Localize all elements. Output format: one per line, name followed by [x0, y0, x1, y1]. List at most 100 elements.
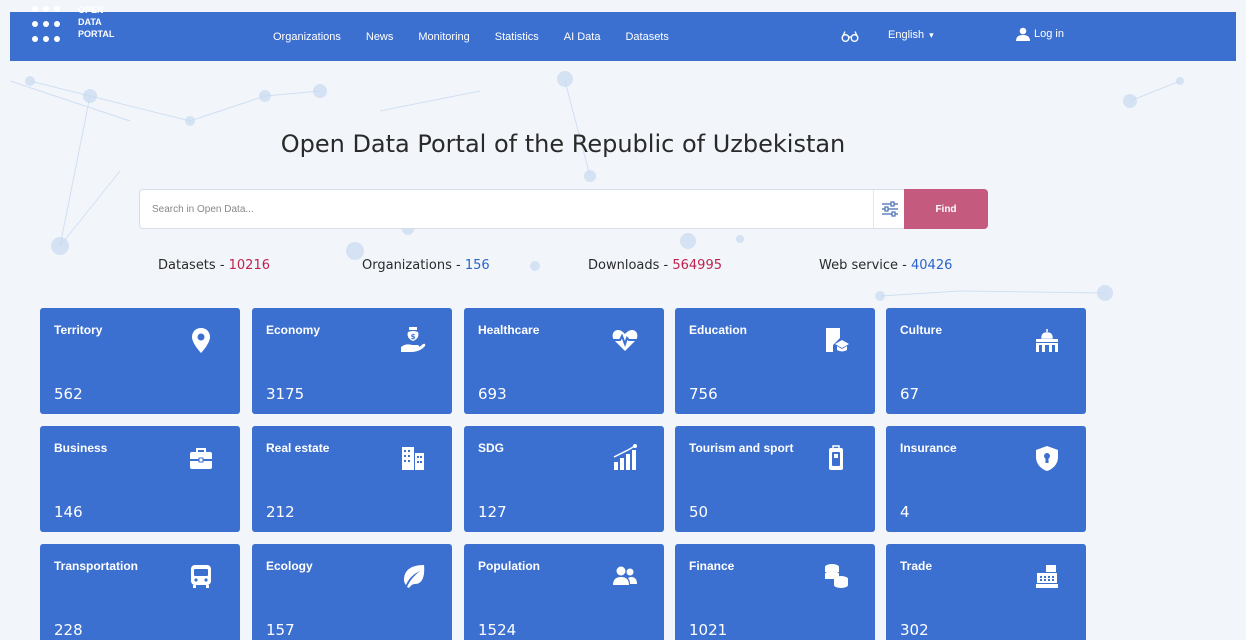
stat-label: Web service -: [819, 258, 911, 273]
category-count: 127: [478, 503, 507, 521]
stat-value: 156: [464, 258, 490, 273]
page-title: Open Data Portal of the Republic of Uzbe…: [280, 130, 846, 158]
language-label: English: [888, 29, 925, 41]
map-pin-icon: [192, 328, 210, 353]
category-count: 3175: [266, 385, 305, 403]
stat-datasets[interactable]: Datasets - 10216: [158, 258, 270, 273]
chevron-down-icon: ▾: [929, 30, 934, 40]
category-card-healthcare[interactable]: Healthcare 693: [464, 308, 664, 414]
category-title: Territory: [54, 323, 103, 337]
stat-value: 40426: [911, 258, 953, 273]
category-card-territory[interactable]: Territory 562: [40, 308, 240, 414]
category-card-real-estate[interactable]: Real estate 212: [252, 426, 452, 532]
category-title: Insurance: [900, 441, 957, 455]
category-count: 756: [689, 385, 718, 403]
category-title: Economy: [266, 323, 321, 337]
category-count: 67: [900, 385, 920, 403]
category-card-ecology[interactable]: Ecology 157: [252, 544, 452, 640]
logo-line-2: DATA: [78, 17, 102, 27]
category-count: 693: [478, 385, 507, 403]
category-count: 212: [266, 503, 295, 521]
stat-value: 564995: [672, 258, 722, 273]
sliders-icon: [881, 201, 898, 217]
nav-ai-data[interactable]: AI Data: [564, 31, 601, 43]
category-card-population[interactable]: Population 1524: [464, 544, 664, 640]
category-title: Population: [478, 559, 540, 573]
category-count: 1021: [689, 621, 728, 639]
cash-register-icon: [1036, 565, 1058, 588]
nav-statistics[interactable]: Statistics: [495, 31, 539, 43]
filter-button[interactable]: [873, 190, 905, 228]
search-bar: Find: [139, 189, 988, 229]
category-count: 228: [54, 621, 83, 639]
briefcase-icon: [190, 448, 212, 469]
user-icon: [1016, 27, 1030, 41]
find-button[interactable]: Find: [904, 189, 988, 229]
category-count: 4: [900, 503, 910, 521]
category-card-insurance[interactable]: Insurance 4: [886, 426, 1086, 532]
nav-monitoring[interactable]: Monitoring: [418, 31, 469, 43]
category-count: 50: [689, 503, 709, 521]
login-label: Log in: [1034, 28, 1064, 40]
book-graduation-icon: [826, 328, 849, 352]
stat-downloads[interactable]: Downloads - 564995: [588, 258, 722, 273]
logo-line-3: PORTAL: [78, 29, 115, 39]
category-count: 302: [900, 621, 929, 639]
category-card-economy[interactable]: Economy 3175 $: [252, 308, 452, 414]
category-count: 1524: [478, 621, 517, 639]
category-card-tourism-and-sport[interactable]: Tourism and sport 50: [675, 426, 875, 532]
luggage-icon: [829, 445, 843, 470]
category-title: Business: [54, 441, 108, 455]
logo-line-1: OPEN: [78, 5, 104, 15]
category-title: Finance: [689, 559, 735, 573]
stat-value: 10216: [228, 258, 270, 273]
category-card-sdg[interactable]: SDG 127: [464, 426, 664, 532]
stats-bar: Datasets - 10216 Organizations - 156 Dow…: [0, 258, 1246, 278]
users-icon: [613, 566, 637, 585]
category-title: Culture: [900, 323, 942, 337]
category-card-finance[interactable]: Finance 1021: [675, 544, 875, 640]
category-title: Healthcare: [478, 323, 540, 337]
accessibility-glasses-icon[interactable]: [840, 26, 860, 46]
category-title: Education: [689, 323, 748, 337]
category-count: 562: [54, 385, 83, 403]
stat-label: Organizations -: [362, 258, 465, 273]
stat-label: Datasets -: [158, 258, 229, 273]
category-title: Trade: [900, 559, 933, 573]
nav-datasets[interactable]: Datasets: [625, 31, 668, 43]
category-title: Transportation: [54, 559, 139, 573]
logo-dots-icon: [30, 4, 75, 61]
stat-organizations[interactable]: Organizations - 156: [362, 258, 490, 273]
category-title: SDG: [478, 441, 505, 455]
chart-growth-icon: [613, 444, 637, 470]
category-title: Real estate: [266, 441, 330, 455]
logo-text: OPEN DATA PORTAL: [78, 4, 114, 40]
category-card-education[interactable]: Education 756: [675, 308, 875, 414]
portal-logo[interactable]: OPEN DATA PORTAL: [30, 4, 160, 61]
money-hand-icon: $: [401, 327, 426, 352]
main-nav: Organizations News Monitoring Statistics…: [273, 12, 694, 61]
stat-web-service[interactable]: Web service - 40426: [819, 258, 952, 273]
category-card-trade[interactable]: Trade 302: [886, 544, 1086, 640]
leaf-icon: [404, 565, 425, 588]
category-title: Tourism and sport: [689, 441, 794, 455]
nav-news[interactable]: News: [366, 31, 394, 43]
bus-icon: [191, 565, 211, 588]
category-title: Ecology: [266, 559, 313, 573]
category-card-business[interactable]: Business 146: [40, 426, 240, 532]
nav-organizations[interactable]: Organizations: [273, 31, 341, 43]
search-input[interactable]: [152, 190, 872, 228]
heart-pulse-icon: [612, 330, 638, 351]
building-icon: [402, 447, 424, 470]
category-count: 157: [266, 621, 295, 639]
svg-text:$: $: [411, 333, 416, 341]
top-navbar: OPEN DATA PORTAL Organizations News Moni…: [10, 5, 1236, 61]
coins-icon: [825, 564, 848, 588]
stat-label: Downloads -: [588, 258, 673, 273]
mosque-icon: [1036, 329, 1058, 352]
login-button[interactable]: Log in: [1015, 27, 1064, 41]
shield-lock-icon: [1036, 446, 1058, 471]
language-selector[interactable]: English ▾: [888, 29, 934, 41]
category-card-culture[interactable]: Culture 67: [886, 308, 1086, 414]
category-card-transportation[interactable]: Transportation 228: [40, 544, 240, 640]
